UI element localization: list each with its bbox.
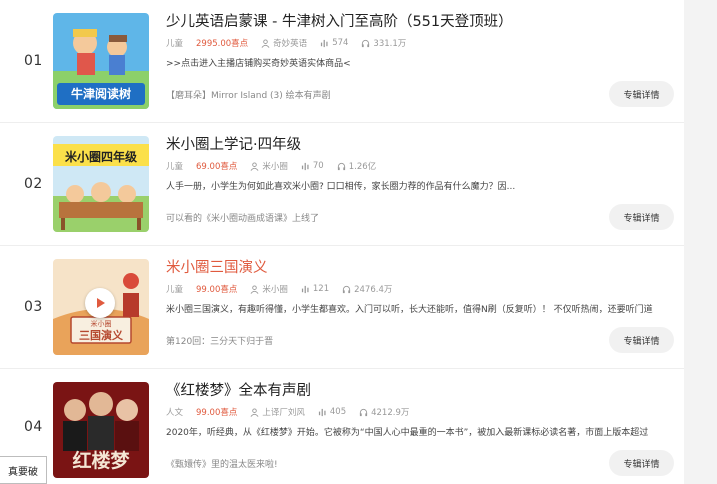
headphones-icon xyxy=(337,162,345,170)
user-icon xyxy=(261,38,270,48)
author-name: 米小圈 xyxy=(262,285,288,295)
user-icon xyxy=(250,284,259,294)
album-description[interactable]: 米小圈三国演义，有趣听得懂，小学生都喜欢。入门可以听，长大还能听，值得N刷（反复… xyxy=(166,302,684,315)
album-price: 99.00喜点 xyxy=(196,285,238,295)
user-icon xyxy=(250,161,259,171)
album-details-button[interactable]: 专辑详情 xyxy=(609,204,674,230)
album-meta: 儿童 69.00喜点 米小圈 70 1.26亿 xyxy=(166,160,376,172)
right-gutter xyxy=(684,0,717,484)
play-count: 4212.9万 xyxy=(371,408,410,418)
album-row[interactable]: 04 红楼梦 《红楼梦》全本有声剧 人文 99.00喜点 上译厂刘风 405 4… xyxy=(0,369,684,484)
play-count: 331.1万 xyxy=(373,39,407,49)
album-row[interactable]: 01 牛津阅读树 少儿英语启蒙课 - 牛津树入门至高阶（551天登顶班） 儿童 … xyxy=(0,0,684,123)
play-count: 2476.4万 xyxy=(354,285,393,295)
album-author[interactable]: 奇妙英语 xyxy=(261,37,307,49)
album-author[interactable]: 米小圈 xyxy=(250,283,288,295)
album-tracks: 70 xyxy=(301,161,324,171)
tracks-icon xyxy=(301,285,309,293)
album-cover[interactable]: 米小圈四年级 xyxy=(53,136,149,232)
album-category[interactable]: 儿童 xyxy=(166,37,183,49)
album-author[interactable]: 上译厂刘风 xyxy=(250,406,305,418)
author-name: 米小圈 xyxy=(262,162,288,172)
album-rank: 02 xyxy=(24,176,43,192)
album-price: 2995.00喜点 xyxy=(196,39,249,49)
album-details-button[interactable]: 专辑详情 xyxy=(609,450,674,476)
track-count: 574 xyxy=(332,38,349,48)
album-title[interactable]: 《红楼梦》全本有声剧 xyxy=(166,379,311,400)
track-count: 405 xyxy=(329,407,347,417)
cover-label: 牛津阅读树 xyxy=(70,87,131,101)
album-row[interactable]: 02 米小圈四年级 米小圈上学记·四年级 儿童 69.00喜点 米小圈 70 1… xyxy=(0,123,684,246)
cover-label: 红楼梦 xyxy=(72,450,130,472)
album-rank: 01 xyxy=(24,53,43,69)
album-description[interactable]: >>点击进入主播店铺购买奇妙英语实体商品< xyxy=(166,56,684,69)
album-list: 01 牛津阅读树 少儿英语启蒙课 - 牛津树入门至高阶（551天登顶班） 儿童 … xyxy=(0,0,684,484)
album-title[interactable]: 米小圈三国演义 xyxy=(166,256,268,277)
author-name: 奇妙英语 xyxy=(273,39,308,49)
album-details-button[interactable]: 专辑详情 xyxy=(609,81,674,107)
album-meta: 儿童 99.00喜点 米小圈 121 2476.4万 xyxy=(166,283,392,295)
corner-overlay-label[interactable]: 真要破 xyxy=(0,456,47,484)
headphones-icon xyxy=(343,285,351,293)
album-author[interactable]: 米小圈 xyxy=(250,160,288,172)
headphones-icon xyxy=(362,39,370,47)
cover-label: 三国演义 xyxy=(79,329,123,342)
album-category[interactable]: 儿童 xyxy=(166,283,183,295)
headphones-icon xyxy=(360,408,368,416)
play-icon[interactable] xyxy=(85,288,115,318)
album-meta: 人文 99.00喜点 上译厂刘风 405 4212.9万 xyxy=(166,406,409,418)
album-title[interactable]: 少儿英语启蒙课 - 牛津树入门至高阶（551天登顶班） xyxy=(166,10,513,31)
album-plays: 2476.4万 xyxy=(342,283,392,295)
album-price: 69.00喜点 xyxy=(196,162,238,172)
album-description[interactable]: 2020年，听经典，从《红楼梦》开始。它被称为“中国人心中最重的一本书”，被加入… xyxy=(166,425,684,438)
album-title[interactable]: 米小圈上学记·四年级 xyxy=(166,133,301,154)
track-count: 70 xyxy=(312,161,324,171)
album-price: 99.00喜点 xyxy=(196,408,238,418)
album-tracks: 121 xyxy=(301,284,329,294)
album-category[interactable]: 人文 xyxy=(166,406,183,418)
cover-label: 米小圈四年级 xyxy=(64,150,137,164)
tracks-icon xyxy=(301,162,309,170)
latest-episode[interactable]: 【磨耳朵】Mirror Island (3) 绘本有声剧 xyxy=(166,88,331,101)
album-plays: 331.1万 xyxy=(361,37,406,49)
album-cover[interactable]: 米小圈 三国演义 xyxy=(53,259,149,355)
album-rank: 03 xyxy=(24,299,43,315)
album-description[interactable]: 人手一册，小学生为何如此喜欢米小圈? 口口相传，家长圈力荐的作品有什么魔力？因.… xyxy=(166,179,684,192)
album-plays: 4212.9万 xyxy=(359,406,409,418)
album-tracks: 405 xyxy=(318,407,346,417)
album-plays: 1.26亿 xyxy=(337,160,376,172)
album-row[interactable]: 03 米小圈 三国演义 米小圈三国演义 儿童 99.00喜点 米小圈 121 2… xyxy=(0,246,684,369)
play-count: 1.26亿 xyxy=(348,162,377,172)
album-category[interactable]: 儿童 xyxy=(166,160,183,172)
user-icon xyxy=(250,407,259,417)
album-meta: 儿童 2995.00喜点 奇妙英语 574 331.1万 xyxy=(166,37,406,49)
latest-episode[interactable]: 可以看的《米小圈动画成语课》上线了 xyxy=(166,211,319,224)
author-name: 上译厂刘风 xyxy=(262,408,305,418)
album-cover[interactable]: 牛津阅读树 xyxy=(53,13,149,109)
tracks-icon xyxy=(321,39,328,47)
track-count: 121 xyxy=(312,284,330,294)
album-cover[interactable]: 红楼梦 xyxy=(53,382,149,478)
album-tracks: 574 xyxy=(320,38,348,48)
latest-episode[interactable]: 第120回：三分天下归于晋 xyxy=(166,334,273,347)
latest-episode[interactable]: 《甄嬛传》里的温太医来啦! xyxy=(166,457,278,470)
album-details-button[interactable]: 专辑详情 xyxy=(609,327,674,353)
tracks-icon xyxy=(318,408,326,416)
